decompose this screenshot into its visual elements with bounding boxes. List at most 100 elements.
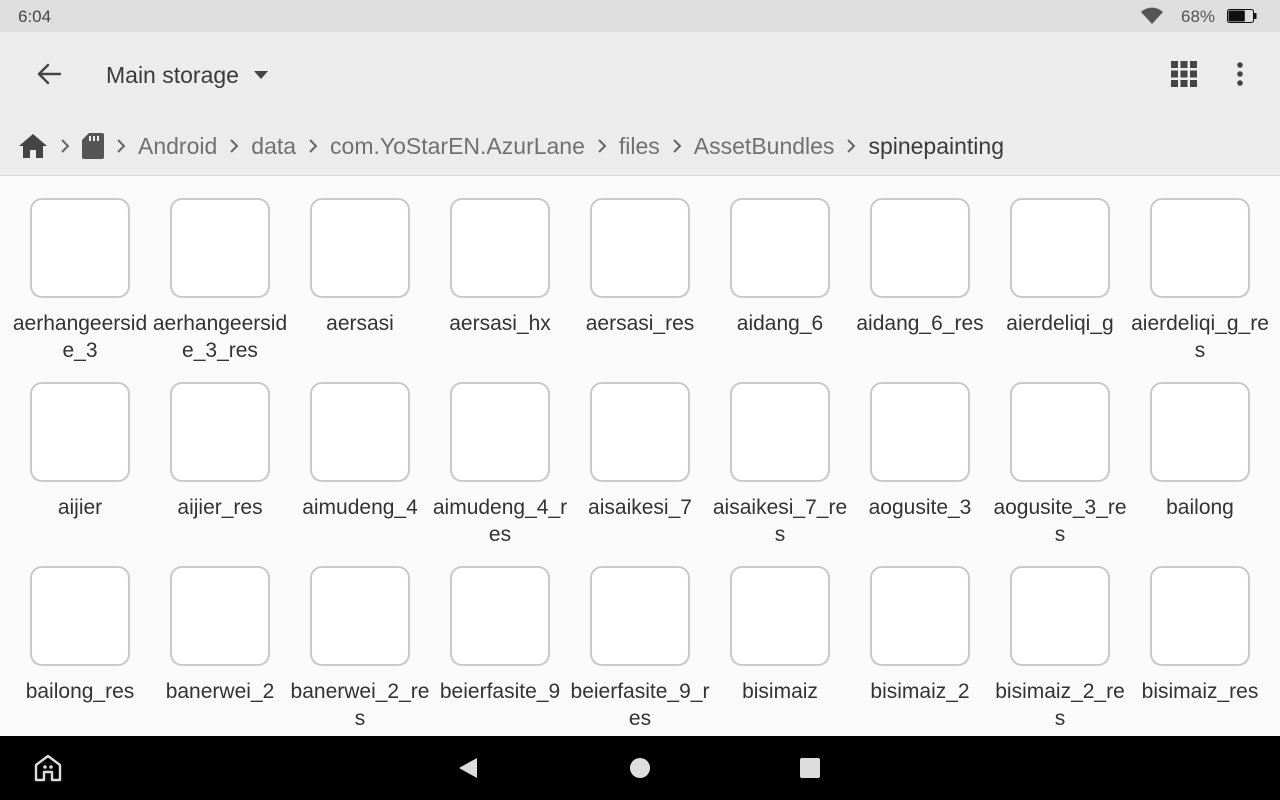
assistant-button[interactable]: [30, 752, 66, 784]
file-thumbnail: [170, 382, 270, 482]
home-circle-icon: [630, 758, 650, 778]
file-item[interactable]: aersasi_hx: [430, 198, 570, 382]
file-name: bisimaiz_2_res: [995, 680, 1125, 730]
file-item[interactable]: aidang_6_res: [850, 198, 990, 382]
file-item[interactable]: banerwei_2_res: [290, 566, 430, 750]
grid-view-icon: [1171, 61, 1197, 87]
file-name: aidang_6: [736, 312, 824, 335]
file-item[interactable]: aierdeliqi_g_res: [1130, 198, 1270, 382]
file-item[interactable]: aisaikesi_7: [570, 382, 710, 566]
file-name: aerhangeerside_3_res: [152, 312, 288, 362]
file-item[interactable]: aierdeliqi_g: [990, 198, 1130, 382]
file-item[interactable]: aimudeng_4_res: [430, 382, 570, 566]
nav-back-button[interactable]: [450, 752, 486, 784]
status-bar: 6:04 68%: [0, 0, 1280, 32]
file-name: bailong: [1166, 496, 1234, 519]
file-thumbnail: [1010, 382, 1110, 482]
file-grid: aerhangeerside_3 aerhangeerside_3_res aers…: [10, 198, 1270, 750]
breadcrumb-item[interactable]: com.YoStarEN.AzurLane: [330, 133, 585, 160]
more-options-button[interactable]: [1222, 54, 1258, 94]
file-item[interactable]: bisimaiz_2_res: [990, 566, 1130, 750]
file-item[interactable]: bailong: [1130, 382, 1270, 566]
caret-down-icon: [253, 71, 268, 79]
breadcrumb-bar: Android data com.YoStarEN.AzurLane files…: [0, 116, 1280, 176]
navigation-bar: [0, 736, 1280, 800]
breadcrumb-item[interactable]: Android: [138, 133, 217, 160]
chevron-right-icon: [585, 136, 619, 156]
file-item[interactable]: banerwei_2: [150, 566, 290, 750]
file-item[interactable]: bisimaiz_2: [850, 566, 990, 750]
page-title: Main storage: [106, 61, 239, 88]
file-name: aersasi_res: [585, 312, 695, 335]
file-thumbnail: [170, 198, 270, 298]
nav-home-button[interactable]: [622, 752, 658, 784]
file-name: beierfasite_9_res: [570, 680, 710, 730]
breadcrumb-sd-card[interactable]: [82, 133, 104, 159]
file-name: bisimaiz_res: [1141, 680, 1259, 703]
file-thumbnail: [870, 198, 970, 298]
file-item[interactable]: aijier: [10, 382, 150, 566]
file-thumbnail: [730, 566, 830, 666]
file-item[interactable]: aisaikesi_7_res: [710, 382, 850, 566]
file-thumbnail: [730, 382, 830, 482]
file-thumbnail: [450, 566, 550, 666]
file-item[interactable]: bisimaiz_res: [1130, 566, 1270, 750]
file-thumbnail: [870, 382, 970, 482]
file-item[interactable]: bailong_res: [10, 566, 150, 750]
file-name: aijier_res: [177, 496, 263, 519]
breadcrumb: Android data com.YoStarEN.AzurLane files…: [18, 116, 1004, 176]
nav-recents-button[interactable]: [792, 752, 828, 784]
file-thumbnail: [170, 566, 270, 666]
file-item[interactable]: bisimaiz: [710, 566, 850, 750]
storage-selector[interactable]: Main storage: [106, 58, 269, 92]
file-name: aisaikesi_7: [588, 496, 692, 519]
file-item[interactable]: aidang_6: [710, 198, 850, 382]
file-item[interactable]: aersasi: [290, 198, 430, 382]
file-item[interactable]: aogusite_3_res: [990, 382, 1130, 566]
file-name: aierdeliqi_g_res: [1131, 312, 1269, 362]
file-name: aijier: [57, 496, 103, 519]
home-icon: [19, 134, 47, 158]
file-name: beierfasite_9: [439, 680, 561, 703]
breadcrumb-current[interactable]: spinepainting: [868, 133, 1004, 160]
battery-icon: [1227, 9, 1257, 23]
file-thumbnail: [1150, 566, 1250, 666]
back-triangle-icon: [459, 758, 477, 778]
file-item[interactable]: aogusite_3: [850, 382, 990, 566]
chevron-right-icon: [217, 136, 251, 156]
file-item[interactable]: beierfasite_9_res: [570, 566, 710, 750]
file-thumbnail: [590, 382, 690, 482]
file-thumbnail: [450, 198, 550, 298]
chevron-right-icon: [296, 136, 330, 156]
breadcrumb-item[interactable]: AssetBundles: [694, 133, 835, 160]
file-thumbnail: [450, 382, 550, 482]
file-item[interactable]: beierfasite_9: [430, 566, 570, 750]
file-name: banerwei_2: [165, 680, 275, 703]
file-name: bisimaiz_2: [870, 680, 970, 703]
file-name: aersasi: [326, 312, 394, 335]
file-thumbnail: [30, 566, 130, 666]
breadcrumb-item[interactable]: data: [251, 133, 296, 160]
assistant-home-icon: [34, 754, 62, 782]
file-item[interactable]: aerhangeerside_3_res: [150, 198, 290, 382]
file-item[interactable]: aimudeng_4: [290, 382, 430, 566]
file-name: bisimaiz: [742, 680, 818, 703]
file-item[interactable]: aerhangeerside_3: [10, 198, 150, 382]
grid-view-button[interactable]: [1164, 54, 1204, 94]
breadcrumb-item[interactable]: files: [619, 133, 660, 160]
sd-card-icon: [82, 133, 104, 159]
file-name: banerwei_2_res: [290, 680, 430, 730]
file-item[interactable]: aijier_res: [150, 382, 290, 566]
file-name: aierdeliqi_g: [1006, 312, 1114, 335]
file-name: aimudeng_4_res: [432, 496, 568, 546]
file-name: aerhangeerside_3: [12, 312, 148, 362]
file-item[interactable]: aersasi_res: [570, 198, 710, 382]
more-vert-icon: [1237, 62, 1243, 86]
file-thumbnail: [310, 382, 410, 482]
file-thumbnail: [1010, 198, 1110, 298]
status-time: 6:04: [18, 7, 52, 26]
app-bar: Main storage: [0, 32, 1280, 116]
file-thumbnail: [30, 198, 130, 298]
back-button[interactable]: [24, 54, 74, 94]
breadcrumb-home[interactable]: [18, 133, 48, 159]
